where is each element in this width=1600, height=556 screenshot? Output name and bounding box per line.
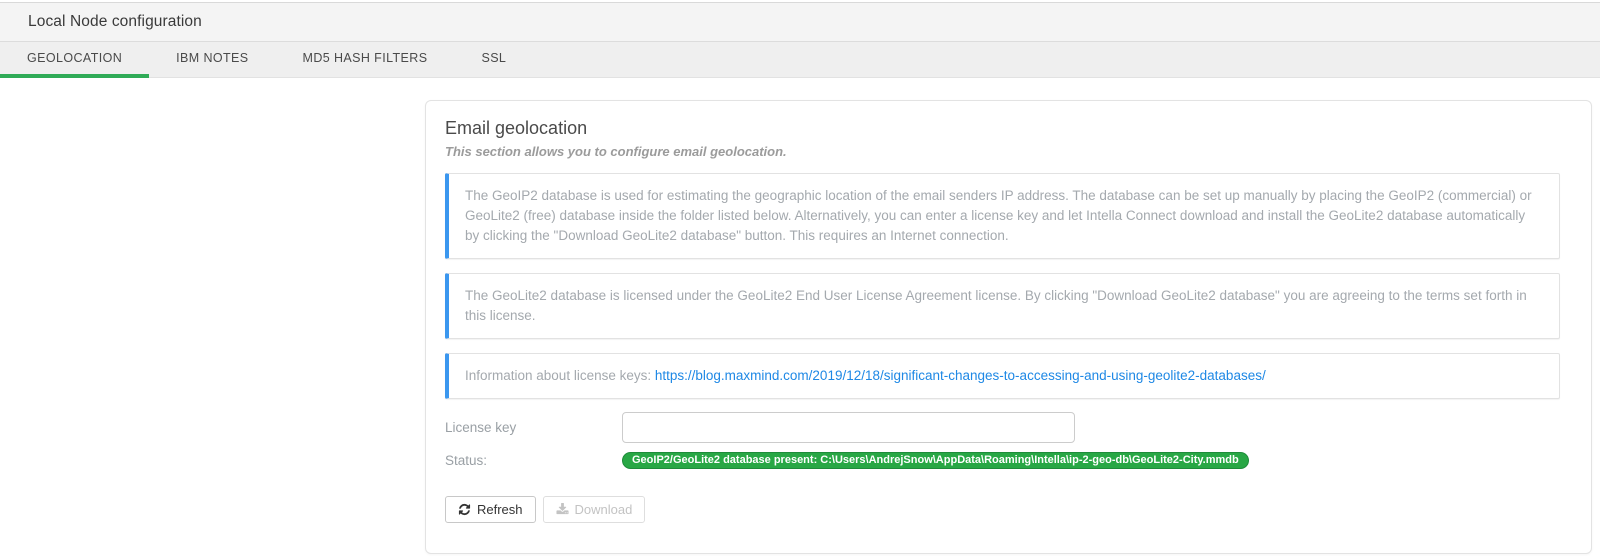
status-label: Status: <box>445 453 622 468</box>
license-keys-link-prefix: Information about license keys: <box>465 368 655 383</box>
content-area: Email geolocation This section allows yo… <box>0 100 1600 556</box>
license-key-row: License key <box>445 412 1560 443</box>
card-title: Email geolocation <box>445 118 1560 139</box>
geoip-database-info-text: The GeoIP2 database is used for estimati… <box>465 188 1532 243</box>
download-button[interactable]: Download <box>543 496 646 523</box>
action-button-row: Refresh Download <box>445 496 1560 523</box>
tab-md5-hash-filters-label: MD5 HASH FILTERS <box>303 51 428 65</box>
download-icon <box>556 503 569 516</box>
tab-ibm-notes-label: IBM NOTES <box>176 51 248 65</box>
tab-geolocation[interactable]: GEOLOCATION <box>0 42 149 78</box>
card-subtitle: This section allows you to configure ema… <box>445 144 1560 159</box>
refresh-button[interactable]: Refresh <box>445 496 536 523</box>
status-badge: GeoIP2/GeoLite2 database present: C:\Use… <box>622 452 1249 469</box>
window-title-bar: Local Node configuration <box>0 2 1600 42</box>
license-keys-link-box: Information about license keys: https://… <box>445 353 1560 399</box>
refresh-button-label: Refresh <box>477 502 523 517</box>
tab-ssl[interactable]: SSL <box>454 42 533 78</box>
tab-md5-hash-filters[interactable]: MD5 HASH FILTERS <box>276 42 455 78</box>
refresh-icon <box>458 503 471 516</box>
download-button-label: Download <box>575 502 633 517</box>
tab-geolocation-label: GEOLOCATION <box>27 51 122 65</box>
tab-bar: GEOLOCATION IBM NOTES MD5 HASH FILTERS S… <box>0 42 1600 78</box>
license-key-label: License key <box>445 420 622 435</box>
geolite-license-info-box: The GeoLite2 database is licensed under … <box>445 273 1560 339</box>
status-row: Status: GeoIP2/GeoLite2 database present… <box>445 452 1560 469</box>
email-geolocation-card: Email geolocation This section allows yo… <box>425 100 1592 554</box>
maxmind-blog-link[interactable]: https://blog.maxmind.com/2019/12/18/sign… <box>655 368 1266 383</box>
geoip-database-info-box: The GeoIP2 database is used for estimati… <box>445 173 1560 259</box>
geolite-license-info-text: The GeoLite2 database is licensed under … <box>465 288 1527 323</box>
page-title: Local Node configuration <box>28 13 202 31</box>
tab-ssl-label: SSL <box>481 51 506 65</box>
tab-ibm-notes[interactable]: IBM NOTES <box>149 42 275 78</box>
license-key-input[interactable] <box>622 412 1075 443</box>
